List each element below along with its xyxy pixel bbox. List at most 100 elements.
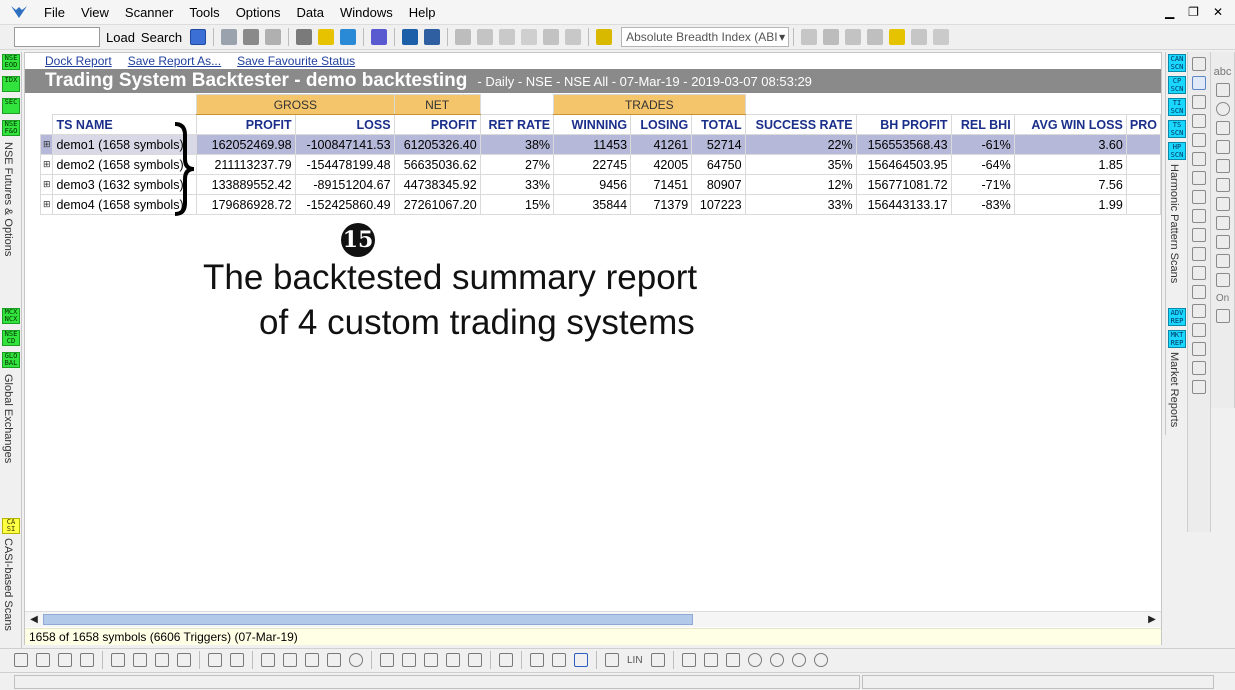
- horizontal-scrollbar[interactable]: ◀ ▶: [25, 611, 1161, 627]
- dock-report-link[interactable]: Dock Report: [45, 53, 112, 69]
- col-pro[interactable]: PRO: [1125, 114, 1162, 135]
- pattern-d-icon[interactable]: [177, 653, 191, 667]
- search-button[interactable]: Search: [141, 30, 182, 45]
- col-success-rate[interactable]: SUCCESS RATE: [744, 114, 857, 135]
- ellipse-icon[interactable]: [1215, 102, 1230, 116]
- speed-lines-icon[interactable]: [1192, 304, 1206, 318]
- fib-icon[interactable]: [1192, 152, 1206, 166]
- col-losing[interactable]: LOSING: [630, 114, 693, 135]
- copy-icon[interactable]: [530, 653, 544, 667]
- crosshair-icon[interactable]: [1192, 57, 1206, 71]
- badge-casi[interactable]: CA SI: [2, 518, 20, 534]
- menu-data[interactable]: Data: [289, 0, 332, 25]
- pattern-c-icon[interactable]: [155, 653, 169, 667]
- harmonic-scans-tab[interactable]: Harmonic Pattern Scans: [1168, 164, 1180, 283]
- expand-icon[interactable]: ⊞: [39, 194, 54, 215]
- badge-global[interactable]: GLO BAL: [2, 352, 20, 368]
- fan-a-icon[interactable]: [261, 653, 275, 667]
- global-exchanges-tab[interactable]: Global Exchanges: [2, 374, 14, 463]
- vlines-icon[interactable]: [327, 653, 341, 667]
- arc-icon[interactable]: [1192, 171, 1206, 185]
- bars-icon[interactable]: [455, 29, 472, 45]
- ray-icon[interactable]: [1192, 114, 1206, 128]
- table-row[interactable]: ⊞ demo4 (1658 symbols) 179686928.72 -152…: [39, 194, 1162, 215]
- text-tool-icon[interactable]: abc: [1211, 66, 1234, 78]
- menu-windows[interactable]: Windows: [332, 0, 401, 25]
- col-ret-rate[interactable]: RET RATE: [479, 114, 555, 135]
- badge-mcx[interactable]: MCX NCX: [2, 308, 20, 324]
- menu-scanner[interactable]: Scanner: [117, 0, 181, 25]
- trendline-icon[interactable]: [1192, 95, 1206, 109]
- ohlc-icon[interactable]: [499, 29, 516, 45]
- arrow-up-icon[interactable]: [1215, 197, 1230, 211]
- badge-nse-cd[interactable]: NSE CD: [2, 330, 20, 346]
- ms-icon[interactable]: [340, 29, 357, 45]
- bars-pattern-icon[interactable]: [1192, 247, 1206, 261]
- network-icon[interactable]: [371, 29, 388, 45]
- ratio-tool-icon[interactable]: [574, 653, 588, 667]
- cow-tam-icon[interactable]: [845, 29, 862, 45]
- pattern-grid-icon[interactable]: [1192, 361, 1206, 375]
- expand-icon[interactable]: ⊞: [39, 154, 54, 175]
- save-icon[interactable]: [221, 29, 238, 45]
- col-avg-win-loss[interactable]: AVG WIN LOSS: [1013, 114, 1127, 135]
- col-net-profit[interactable]: PROFIT: [393, 114, 481, 135]
- badge-nse-fo[interactable]: NSE F&O: [2, 120, 20, 136]
- print-preview-icon[interactable]: [265, 29, 282, 45]
- scroll-thumb[interactable]: [43, 614, 693, 625]
- load-button[interactable]: Load: [106, 30, 135, 45]
- badge-sec[interactable]: SEC: [2, 98, 20, 114]
- table-row[interactable]: ⊞ demo3 (1632 symbols) 133889552.42 -891…: [39, 174, 1162, 195]
- col-winning[interactable]: WINNING: [553, 114, 632, 135]
- candles-icon[interactable]: [477, 29, 494, 45]
- cycle-icon[interactable]: [1192, 285, 1206, 299]
- circle-tool-icon[interactable]: [349, 653, 363, 667]
- badge-ti-scn[interactable]: TI SCN: [1168, 98, 1186, 116]
- square-icon[interactable]: [1192, 342, 1206, 356]
- ratio-icon[interactable]: [1215, 254, 1230, 268]
- table-row[interactable]: ⊞ demo1 (1658 symbols) 162052469.98 -100…: [39, 134, 1162, 155]
- line-icon[interactable]: [543, 29, 560, 45]
- col-bh-profit[interactable]: BH PROFIT: [855, 114, 952, 135]
- rectangle-icon[interactable]: [1215, 83, 1230, 97]
- on-toggle[interactable]: On: [1211, 293, 1234, 304]
- lin-scale-toggle[interactable]: LIN: [627, 655, 643, 666]
- indicator-icon[interactable]: [596, 29, 613, 45]
- gann-icon[interactable]: [1192, 228, 1206, 242]
- arrow-left-icon[interactable]: [1215, 159, 1230, 173]
- badge-mkt-rep[interactable]: MKT REP: [1168, 330, 1186, 348]
- badge-idx[interactable]: IDX: [2, 76, 20, 92]
- globe-icon[interactable]: [402, 29, 419, 45]
- minimize-icon[interactable]: ▁: [1165, 5, 1174, 19]
- fan-c-icon[interactable]: [305, 653, 319, 667]
- refresh-icon[interactable]: [813, 653, 828, 667]
- pattern-icon[interactable]: [933, 29, 950, 45]
- label-a-icon[interactable]: [208, 653, 222, 667]
- zoom-out-icon[interactable]: [769, 653, 784, 667]
- hilo-icon[interactable]: [521, 29, 538, 45]
- ruler-icon[interactable]: [402, 653, 416, 667]
- col-gross-profit[interactable]: PROFIT: [196, 114, 296, 135]
- scroll-right-icon[interactable]: ▶: [1145, 613, 1159, 627]
- symbol-input[interactable]: [14, 27, 100, 47]
- table-row[interactable]: ⊞ demo2 (1658 symbols) 211113237.79 -154…: [39, 154, 1162, 175]
- scroll-left-icon[interactable]: ◀: [27, 613, 41, 627]
- stamp-icon[interactable]: [1215, 273, 1230, 287]
- zoom-in-icon[interactable]: [791, 653, 806, 667]
- channel-icon[interactable]: [1192, 133, 1206, 147]
- vertical-line-icon[interactable]: [1192, 190, 1206, 204]
- mpvt-icon[interactable]: [823, 29, 840, 45]
- diamond-icon[interactable]: [318, 29, 335, 45]
- indicator-dropdown[interactable]: Absolute Breadth Index (ABI: [621, 27, 790, 47]
- wave-4-icon[interactable]: [80, 653, 94, 667]
- fan-b-icon[interactable]: [283, 653, 297, 667]
- peak-icon[interactable]: [446, 653, 460, 667]
- paste-icon[interactable]: [552, 653, 566, 667]
- expand-icon[interactable]: ⊞: [39, 174, 54, 195]
- pointer-icon[interactable]: [1192, 76, 1206, 90]
- zoom-expand-icon[interactable]: [703, 653, 718, 667]
- triangle-icon[interactable]: [1215, 121, 1230, 135]
- window-icon[interactable]: [424, 29, 441, 45]
- badge-can-scn[interactable]: CAN SCN: [1168, 54, 1186, 72]
- badge-nse-eod[interactable]: NSE EOD: [2, 54, 20, 70]
